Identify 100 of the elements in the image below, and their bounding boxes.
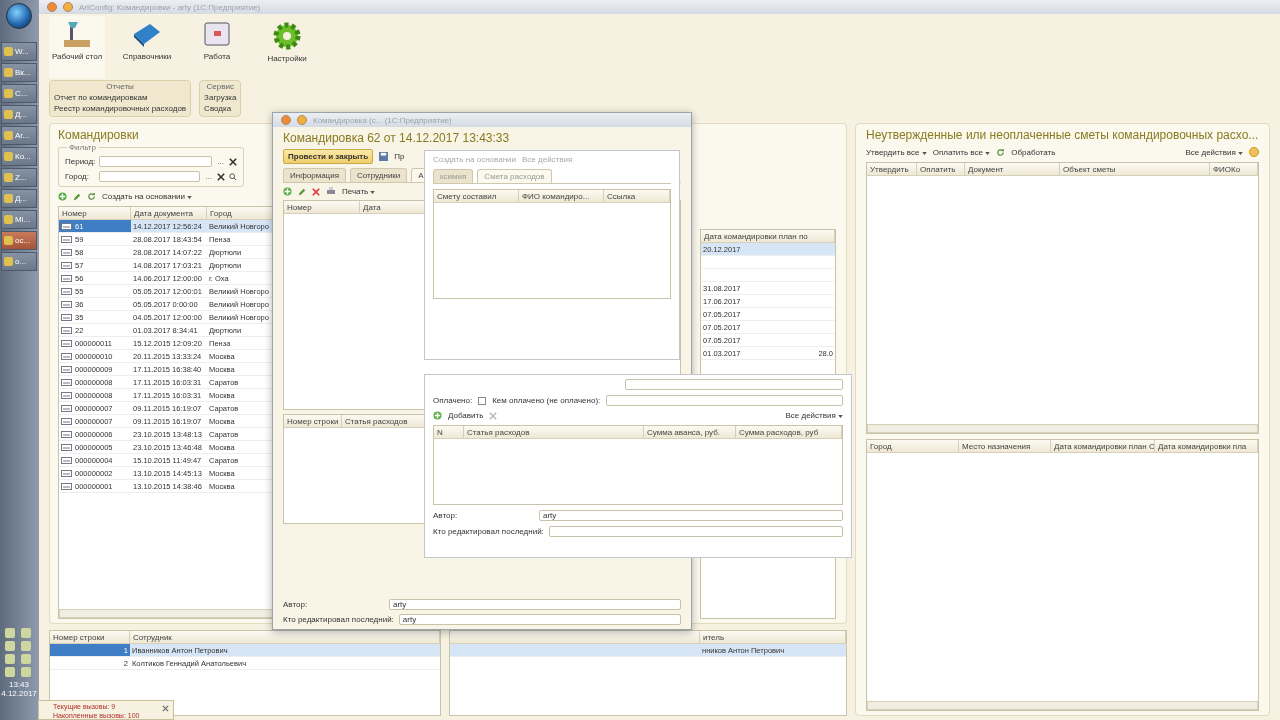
app-icon (4, 215, 13, 224)
pencil-icon[interactable] (298, 187, 306, 196)
column-header[interactable]: Статья расходов (464, 426, 644, 438)
text-field[interactable] (606, 395, 843, 406)
menu-button[interactable] (281, 115, 291, 125)
tab[interactable]: Сотрудники (350, 168, 408, 182)
document-icon (61, 469, 72, 477)
column-header[interactable]: итель (700, 631, 846, 643)
text-field[interactable]: arty (389, 599, 681, 610)
section-tab[interactable]: Настройки (259, 16, 315, 78)
command-link[interactable]: Сводка (204, 104, 237, 113)
delete-icon[interactable] (229, 157, 237, 166)
column-header[interactable]: Дата командировки план С (1051, 440, 1155, 452)
column-header[interactable]: Дата командировки план по (701, 230, 835, 242)
tray-icon[interactable] (20, 628, 31, 638)
column-header[interactable]: ФИО командиро... (519, 190, 604, 202)
taskbar-item[interactable]: Д... (1, 189, 37, 208)
all-actions-button[interactable]: Все действия (1185, 147, 1243, 157)
taskbar-item[interactable]: ос... (1, 231, 37, 250)
text-field[interactable] (625, 379, 843, 390)
column-header[interactable]: Дата командировки пла (1155, 440, 1258, 452)
tray-icon[interactable] (20, 641, 31, 651)
dropdown-button[interactable]: Оплатить все (932, 147, 991, 157)
save-icon[interactable] (379, 152, 389, 161)
scrollbar[interactable] (867, 701, 1258, 710)
text-field[interactable]: arty (398, 614, 681, 625)
search-icon[interactable] (229, 172, 237, 181)
command-link[interactable]: Реестр командировочных расходов (54, 104, 187, 113)
taskbar-item[interactable]: С... (1, 84, 37, 103)
caret-icon (985, 151, 991, 155)
tray-icon[interactable] (20, 667, 31, 677)
print-button[interactable]: Печать (342, 187, 376, 196)
create-based-on-button[interactable]: Создать на основании (102, 192, 193, 201)
column-header[interactable]: Сумма расходов, руб (736, 426, 842, 438)
panel-title: Командировки (58, 128, 139, 142)
column-header[interactable]: Место назначения (959, 440, 1051, 452)
process-button[interactable]: Обработать (1011, 147, 1056, 157)
field-label: Город: (65, 172, 90, 181)
column-header[interactable]: N (434, 426, 464, 438)
refresh-icon[interactable] (87, 192, 96, 201)
taskbar-item[interactable]: Mi... (1, 210, 37, 229)
column-header[interactable]: Номер строки (50, 631, 130, 643)
clock-time: 13:43 (8, 680, 30, 689)
column-header[interactable]: Смету составил (434, 190, 519, 202)
taskbar-item[interactable]: о... (1, 252, 37, 271)
menu-button[interactable] (47, 2, 57, 12)
taskbar-item[interactable]: Z... (1, 168, 37, 187)
column-header[interactable]: ФИОКо (1210, 163, 1258, 175)
column-header[interactable]: Утвердить (867, 163, 917, 175)
taskbar-item[interactable]: Вк... (1, 63, 37, 82)
toolbar-button[interactable]: Пр (394, 152, 405, 161)
column-header[interactable]: Объект сметы (1060, 163, 1210, 175)
taskbar-item[interactable]: Д... (1, 105, 37, 124)
command-link[interactable]: Отчет по командировкам (54, 93, 187, 102)
taskbar-item[interactable]: Ar... (1, 126, 37, 145)
column-header[interactable]: Оплатить (917, 163, 965, 175)
taskbar-item[interactable]: W... (1, 42, 37, 61)
app-icon (4, 152, 13, 161)
column-header[interactable]: Ссылка (604, 190, 670, 202)
select-button[interactable]: ... (216, 157, 225, 166)
delete-icon[interactable] (217, 172, 225, 181)
column-header[interactable]: Город (867, 440, 959, 452)
taskbar-item[interactable]: Ко... (1, 147, 37, 166)
all-actions-button[interactable]: Все действия (785, 411, 843, 420)
tray-icon[interactable] (20, 654, 31, 664)
add-button[interactable]: Добавить (448, 411, 484, 420)
text-field[interactable] (548, 526, 843, 537)
document-icon (61, 404, 72, 412)
column-header[interactable]: Номер (284, 201, 360, 213)
select-button[interactable]: ... (204, 172, 213, 181)
start-button[interactable] (6, 3, 32, 29)
column-header[interactable]: Номер (59, 207, 131, 219)
post-and-close-button[interactable]: Провести и закрыть (283, 149, 374, 164)
section-tab[interactable]: Работа (189, 16, 245, 78)
section-tab[interactable]: Рабочий стол (49, 16, 105, 78)
printer-icon[interactable] (326, 187, 336, 196)
column-header[interactable]: Документ (965, 163, 1060, 175)
add-icon[interactable] (283, 187, 292, 196)
add-icon[interactable] (433, 411, 442, 420)
pencil-icon[interactable] (73, 192, 81, 201)
minimize-button[interactable] (297, 115, 307, 125)
add-icon[interactable] (58, 192, 67, 201)
command-link[interactable]: Загрузка (204, 93, 237, 102)
column-header[interactable]: Дата документа (131, 207, 207, 219)
dropdown-button[interactable]: Утвердить все (866, 147, 927, 157)
column-header[interactable]: Сотрудник (130, 631, 440, 643)
column-header[interactable]: Номер строки (284, 415, 342, 427)
filter-field[interactable] (99, 171, 201, 182)
text-field[interactable]: arty (539, 510, 843, 521)
refresh-icon[interactable] (996, 147, 1006, 157)
document-icon (61, 287, 72, 295)
field-label: Период: (65, 157, 95, 166)
checkbox[interactable] (478, 396, 487, 405)
section-tab[interactable]: Справочники (119, 16, 175, 78)
column-header[interactable]: Сумма аванса, руб. (644, 426, 736, 438)
close-icon[interactable] (162, 705, 169, 712)
scrollbar[interactable] (867, 424, 1258, 433)
tab[interactable]: Информация (283, 168, 346, 182)
minimize-button[interactable] (63, 2, 73, 12)
filter-field[interactable] (99, 156, 213, 167)
